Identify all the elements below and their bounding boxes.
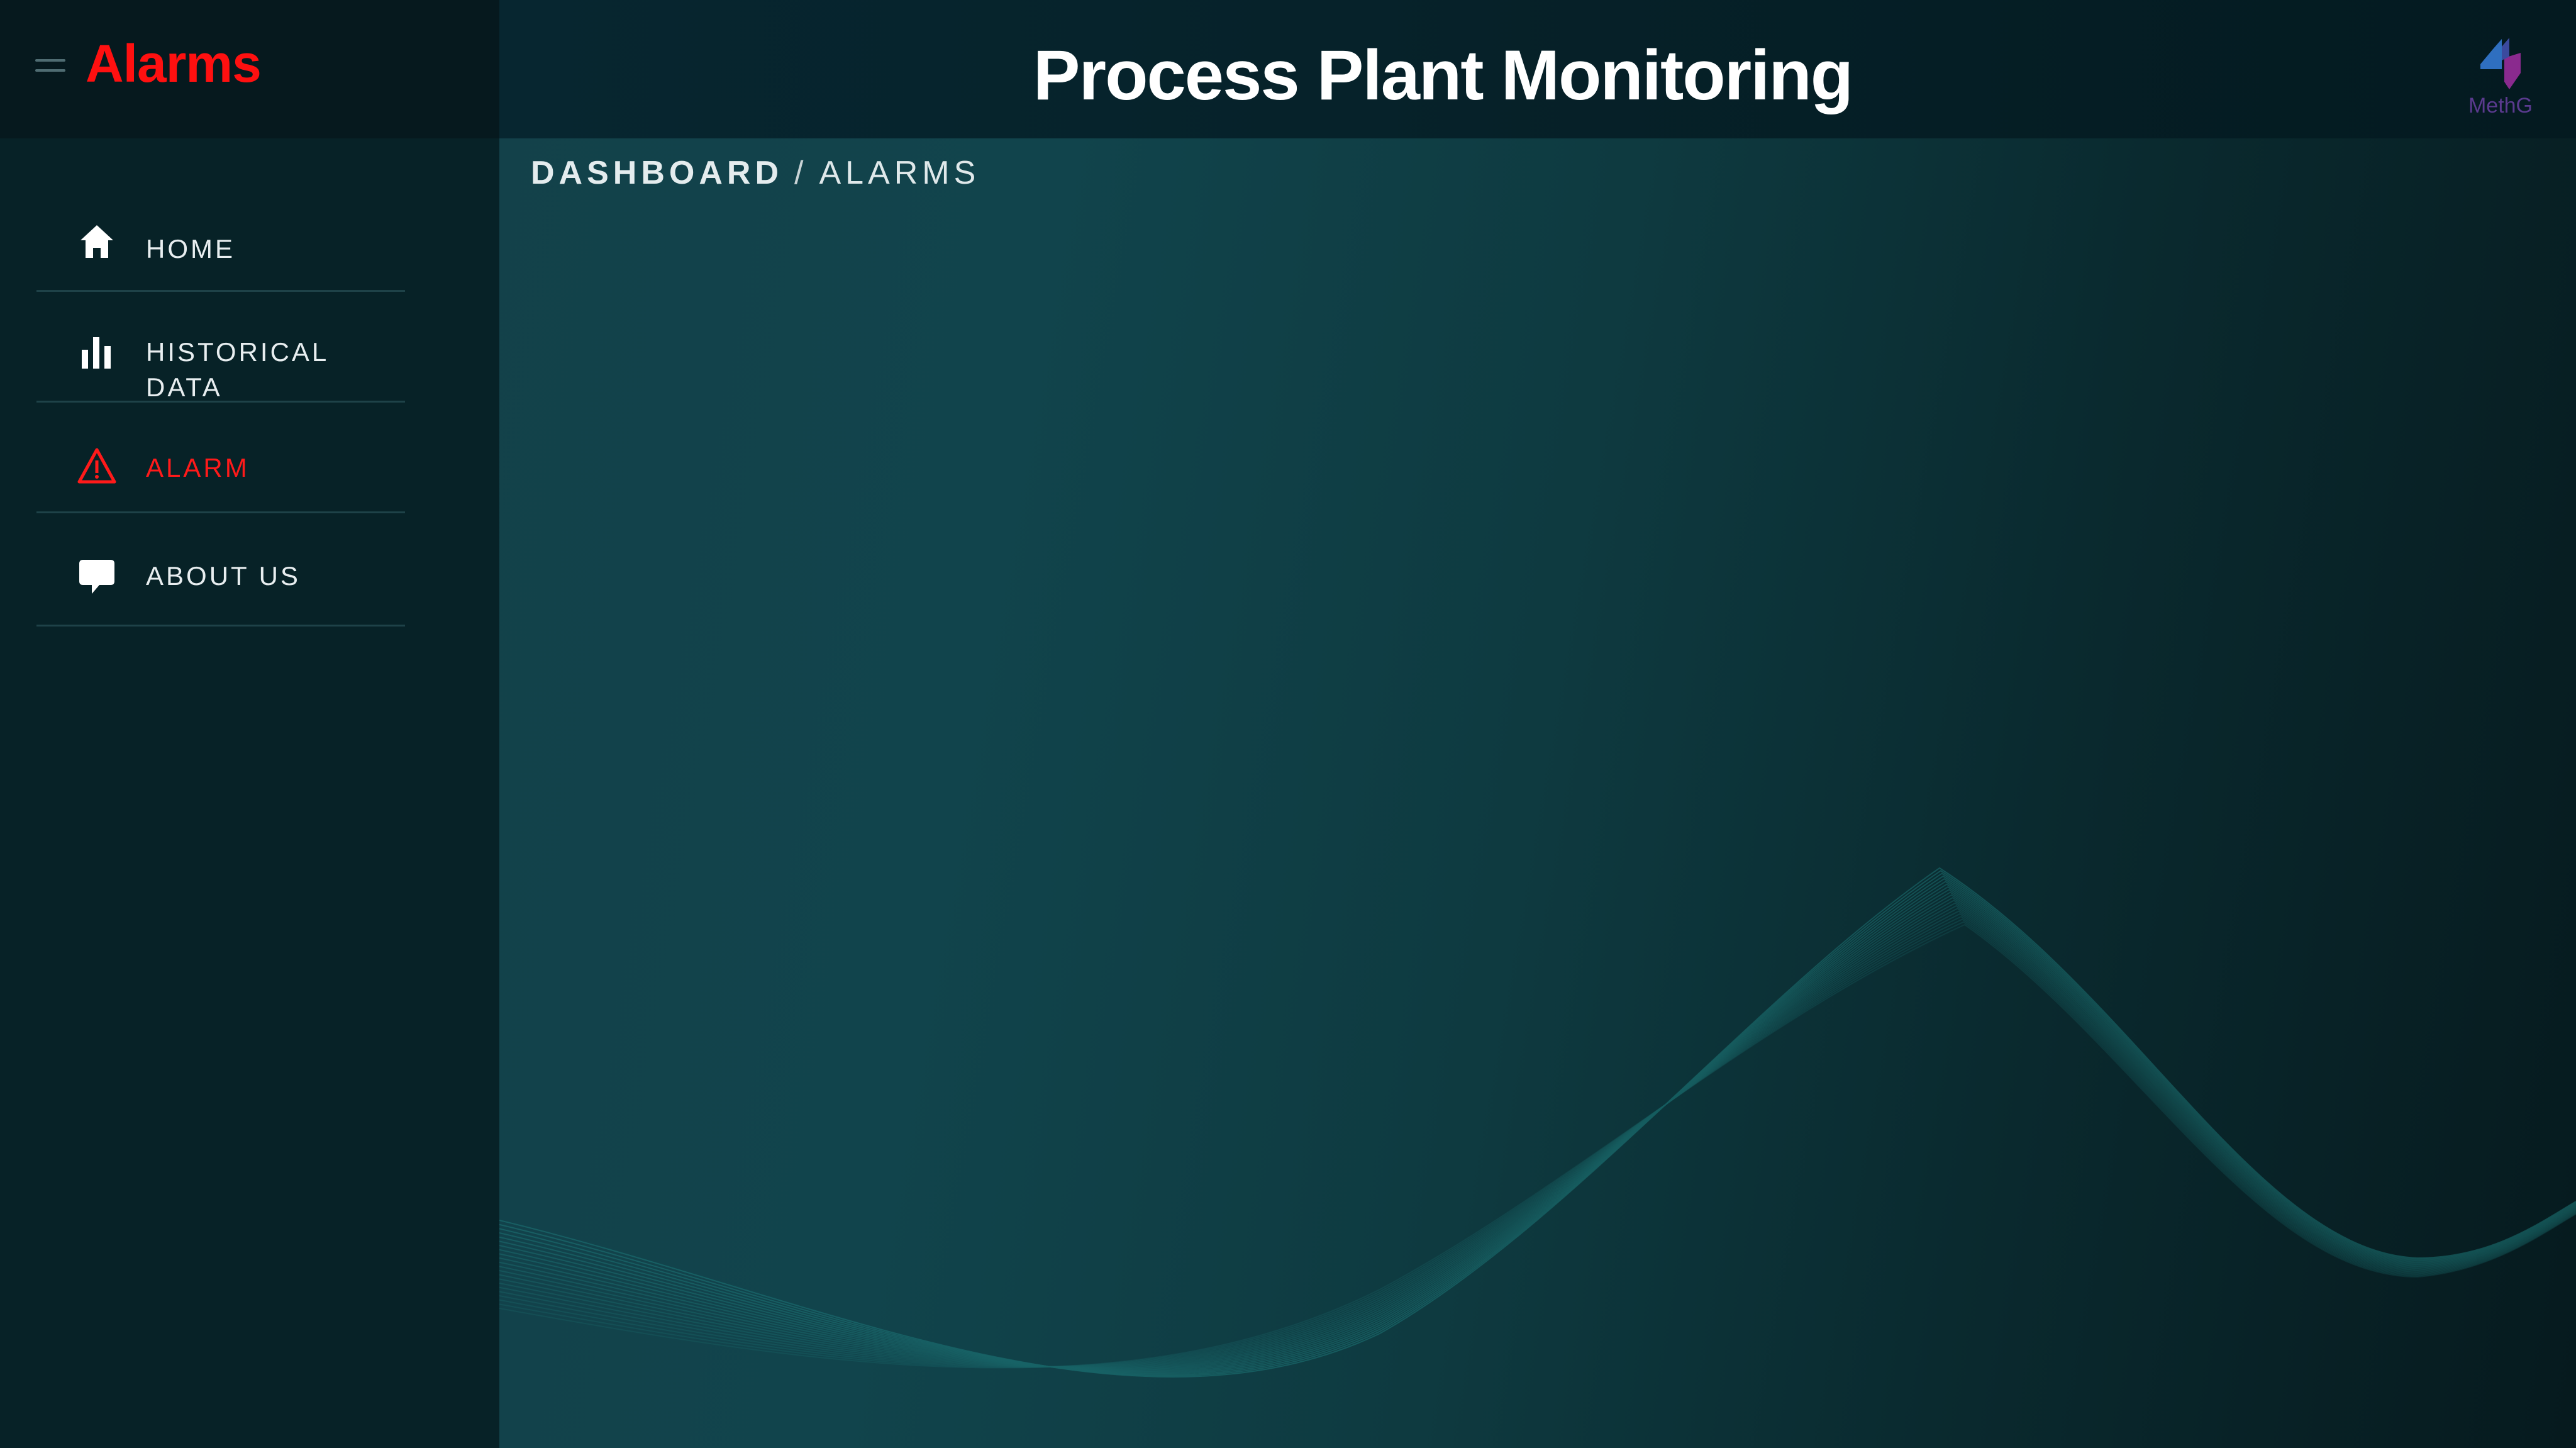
sidebar-item-about-us[interactable]: ABOUT US bbox=[36, 513, 405, 627]
wave-line bbox=[499, 923, 2576, 1369]
wave-line bbox=[499, 910, 2576, 1367]
speech-bubble-icon bbox=[79, 560, 114, 594]
sidebar: Alarms HOME HISTORICAL DATA ALARM ABOUT … bbox=[0, 0, 499, 1448]
wave-line bbox=[499, 921, 2576, 1368]
wave-line bbox=[499, 908, 2576, 1368]
sidebar-item-label: ALARM bbox=[146, 453, 250, 482]
sidebar-item-alarm[interactable]: ALARM bbox=[36, 403, 405, 513]
sidebar-item-historical-data[interactable]: HISTORICAL DATA bbox=[36, 292, 405, 403]
background-wave-pattern bbox=[499, 867, 2576, 1378]
wave-line bbox=[499, 883, 2576, 1373]
wave-line bbox=[499, 896, 2576, 1369]
page-title: Process Plant Monitoring bbox=[1033, 36, 1853, 114]
home-icon bbox=[80, 225, 113, 258]
breadcrumb-current: ALARMS bbox=[819, 155, 980, 191]
logo-text: MethG bbox=[2468, 94, 2533, 118]
hamburger-menu-icon[interactable] bbox=[35, 58, 65, 73]
wave-line bbox=[499, 886, 2576, 1371]
methg-logo-icon bbox=[2480, 38, 2521, 89]
app-window: Alarms HOME HISTORICAL DATA ALARM ABOUT … bbox=[0, 0, 2576, 1448]
warning-triangle-icon bbox=[77, 448, 116, 484]
sidebar-item-home[interactable]: HOME bbox=[36, 182, 405, 292]
wave-line bbox=[499, 905, 2576, 1368]
wave-line bbox=[499, 913, 2576, 1367]
sidebar-title: Alarms bbox=[86, 34, 262, 93]
wave-line bbox=[499, 899, 2576, 1369]
sidebar-nav: HOME HISTORICAL DATA ALARM ABOUT US bbox=[36, 182, 405, 627]
wave-line bbox=[499, 894, 2576, 1369]
wave-line bbox=[499, 875, 2576, 1375]
methg-logo[interactable]: MethG bbox=[2463, 19, 2538, 126]
sidebar-header: Alarms bbox=[0, 0, 499, 138]
sidebar-item-label: HOME bbox=[146, 234, 235, 264]
sidebar-item-label: HISTORICAL DATA bbox=[146, 337, 328, 402]
top-header: Process Plant Monitoring MethG bbox=[499, 0, 2576, 138]
bar-chart-icon bbox=[82, 337, 111, 369]
wave-line bbox=[499, 867, 2576, 1378]
wave-line bbox=[499, 902, 2576, 1368]
wave-line bbox=[499, 891, 2576, 1370]
main-content: Process Plant Monitoring MethG DASHBOARD… bbox=[499, 0, 2576, 1448]
breadcrumb: DASHBOARD / ALARMS bbox=[531, 151, 980, 195]
hamburger-bar bbox=[35, 59, 65, 62]
breadcrumb-separator: / bbox=[794, 155, 808, 191]
wave-line bbox=[499, 915, 2576, 1368]
wave-line bbox=[499, 877, 2576, 1374]
wave-line bbox=[499, 889, 2576, 1371]
wave-line bbox=[499, 881, 2576, 1373]
wave-line bbox=[499, 870, 2576, 1377]
hamburger-bar bbox=[35, 69, 65, 72]
wave-line bbox=[499, 918, 2576, 1368]
sidebar-item-label: ABOUT US bbox=[146, 561, 301, 591]
breadcrumb-dashboard-link[interactable]: DASHBOARD bbox=[531, 155, 783, 191]
wave-line bbox=[499, 872, 2576, 1376]
